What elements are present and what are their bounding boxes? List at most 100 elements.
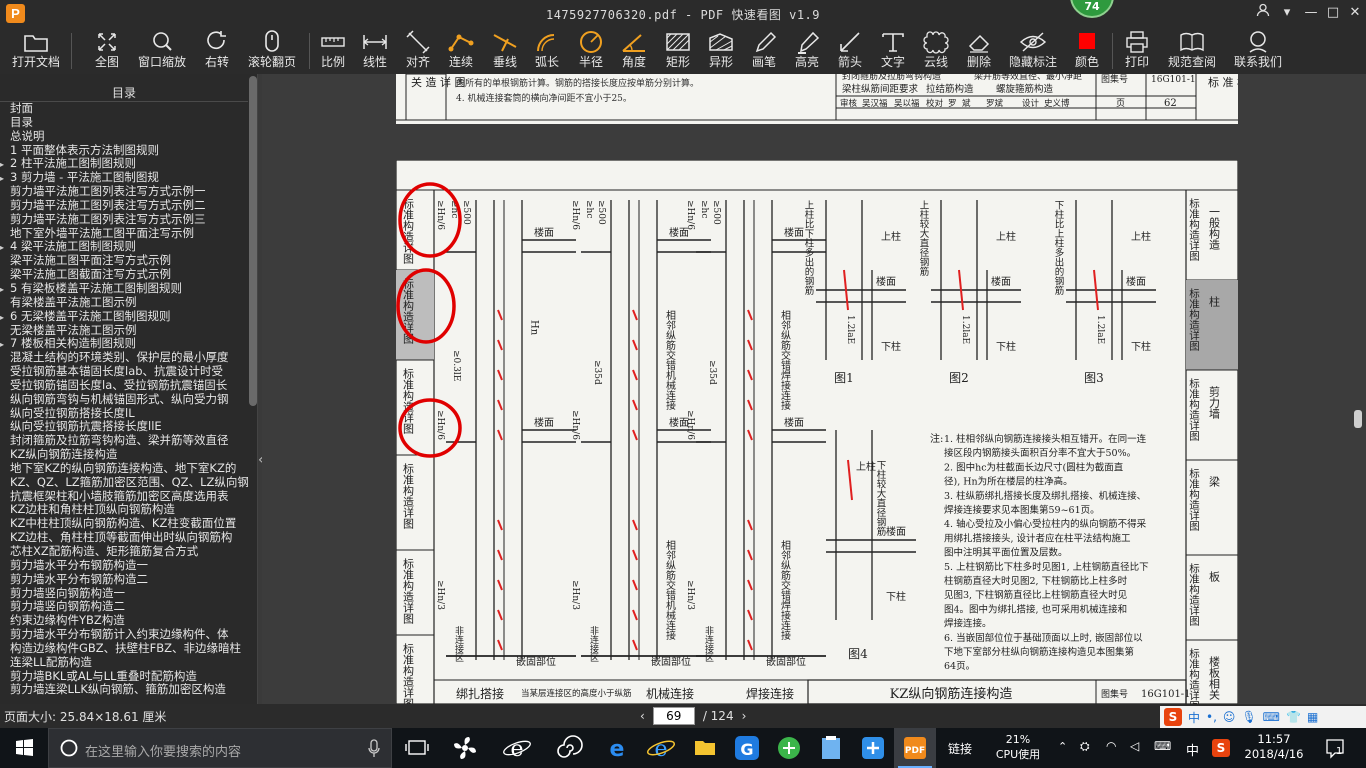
cpu-meter[interactable]: 21% CPU使用 [990,732,1046,762]
ime-toolbar[interactable]: S 中 •, ☺ 🎙 ⌨ 👕 ▦ [1160,706,1366,728]
page-number-input[interactable]: 69 [652,707,695,725]
hide-annotation-button[interactable]: 隐藏标注 [1005,29,1061,73]
tray-expand-icon[interactable]: ⌃ [1058,740,1067,753]
minimize-button[interactable]: — [1300,3,1322,23]
system-clock[interactable]: 11:57 2018/4/16 [1244,732,1304,762]
aligned-button[interactable]: 对齐 [401,29,435,73]
task-view-button[interactable] [396,728,438,768]
toc-item[interactable]: 剪力墙连梁LLK纵向钢筋、箍筋加密区构造 [0,683,248,697]
taskbar-app-ie-blue[interactable]: e [640,728,682,768]
perpendicular-button[interactable]: 垂线 [488,29,522,73]
toc-item[interactable]: ▸ 6 无梁楼盖平法施工图制图规则 [0,310,248,324]
toc-item[interactable]: 混凝土结构的环境类别、保护层的最小厚度 [0,351,248,365]
toc-item[interactable]: 受拉钢筋锚固长度la、受拉钢筋抗震锚固长 [0,379,248,393]
expand-arrow-icon[interactable]: ▸ [0,158,10,171]
scale-button[interactable]: 比例 [316,29,350,73]
toc-item[interactable]: 剪力墙平法施工图列表注写方式示例三 [0,213,248,227]
toc-item[interactable]: 纵向受拉钢筋搭接长度lL [0,407,248,421]
toc-item[interactable]: 有梁楼盖平法施工图示例 [0,296,248,310]
color-button[interactable]: 颜色 [1070,29,1104,73]
viewer-scrollbar[interactable] [1354,410,1362,428]
menu-dropdown-button[interactable]: ▾ [1276,3,1298,23]
wifi-icon[interactable]: ◠ [1106,739,1116,753]
taskbar-app-g[interactable]: G [726,728,768,768]
text-button[interactable]: 文字 [876,29,910,73]
keyboard-icon[interactable]: ⌨ [1263,710,1280,724]
toc-item[interactable]: KZ中柱柱顶纵向钢筋构造、KZ柱变截面位置 [0,517,248,531]
wheel-paging-button[interactable]: 滚轮翻页 [244,29,300,73]
sogou-tray-icon[interactable]: S [1212,739,1230,757]
toc-item[interactable]: 总说明 [0,130,248,144]
toc-item[interactable]: 地下室外墙平法施工图平面注写示例 [0,227,248,241]
window-zoom-button[interactable]: 窗口缩放 [134,29,190,73]
toc-item[interactable]: KZ边柱和角柱柱顶纵向钢筋构造 [0,503,248,517]
prev-page-button[interactable]: ‹ [640,709,645,723]
arc-length-button[interactable]: 弧长 [530,29,564,73]
keyboard-tray-icon[interactable]: ⌨ [1154,739,1171,753]
ime-mode[interactable]: 中 [1188,709,1200,726]
toc-item[interactable]: 受拉钢筋基本锚固长度lab、抗震设计时受 [0,365,248,379]
taskbar-app-edge[interactable]: e [596,728,638,768]
expand-arrow-icon[interactable]: ▸ [0,241,10,254]
rectangle-button[interactable]: 矩形 [661,29,695,73]
linear-button[interactable]: 线性 [358,29,392,73]
toc-item[interactable]: 剪力墙水平分布钢筋构造二 [0,573,248,587]
toc-item[interactable]: ▸ 5 有梁板楼盖平法施工图制图规则 [0,282,248,296]
people-icon[interactable]: ⛭ [1080,739,1090,754]
arrow-button[interactable]: 箭头 [833,29,867,73]
taskbar-app-ie[interactable]: e [496,728,538,768]
toc-item[interactable]: 剪力墙水平分布钢筋构造一 [0,559,248,573]
toc-item[interactable]: 1 平面整体表示方法制图规则 [0,144,248,158]
emoji-icon[interactable]: ☺ [1223,710,1236,724]
user-icon[interactable] [1252,3,1274,23]
toc-item[interactable]: KZ、QZ、LZ箍筋加密区范围、QZ、LZ纵向钢 [0,476,248,490]
rotate-right-button[interactable]: 右转 [199,29,235,73]
volume-icon[interactable]: ◁ [1130,739,1139,753]
expand-arrow-icon[interactable]: ▸ [0,172,10,185]
expand-arrow-icon[interactable]: ▸ [0,338,10,351]
toc-item[interactable]: ▸ 2 柱平法施工图制图规则 [0,157,248,171]
taskbar-app-explorer[interactable] [684,728,726,768]
toc-item[interactable]: 芯柱XZ配筋构造、矩形箍筋复合方式 [0,545,248,559]
toc-item[interactable]: 剪力墙竖向钢筋构造一 [0,587,248,601]
print-button[interactable]: 打印 [1120,29,1154,73]
toc-item[interactable]: 封面 [0,102,248,116]
toc-item[interactable]: KZ纵向钢筋连接构造 [0,448,248,462]
document-viewer[interactable]: 关 造 详 图 内所有的单根钢筋计算。钢筋的搭接长度应按单筋分别计算。 4. 机… [262,74,1366,704]
toc-item[interactable]: 约束边缘构件YBZ构造 [0,614,248,628]
toc-item[interactable]: 梁平法施工图截面注写方式示例 [0,268,248,282]
highlight-button[interactable]: 高亮 [790,29,824,73]
microphone-icon[interactable] [367,739,381,759]
taskbar-app-pdf-viewer[interactable]: PDF [894,728,936,768]
toc-item[interactable]: ▸ 3 剪力墙 - 平法施工图制图规 [0,171,248,185]
maximize-button[interactable]: □ [1322,3,1344,23]
toc-item[interactable]: 剪力墙竖向钢筋构造二 [0,600,248,614]
toc-item[interactable]: ▸ 4 梁平法施工图制图规则 [0,240,248,254]
delete-button[interactable]: 删除 [962,29,996,73]
notification-center-button[interactable]: 1 [1322,736,1348,760]
polygon-button[interactable]: 异形 [704,29,738,73]
open-document-button[interactable]: 打开文档 [8,29,64,73]
expand-arrow-icon[interactable]: ▸ [0,283,10,296]
toc-item[interactable]: 纵向受拉钢筋抗震搭接长度llE [0,420,248,434]
toc-item[interactable]: 抗震框架柱和小墙肢箍筋加密区高度选用表 [0,490,248,504]
links-toolbar[interactable]: 链接 [948,740,972,757]
toc-item[interactable]: 目录 [0,116,248,130]
taskbar-app-tool[interactable] [852,728,894,768]
toc-item[interactable]: 梁平法施工图平面注写方式示例 [0,254,248,268]
toc-item[interactable]: 剪力墙平法施工图列表注写方式示例一 [0,185,248,199]
radius-button[interactable]: 半径 [574,29,608,73]
toc-item[interactable]: 剪力墙水平分布钢筋计入约束边缘构件、体 [0,628,248,642]
taskbar-search[interactable]: 在这里输入你要搜索的内容 [48,728,392,768]
taskbar-app-spiral[interactable] [546,728,588,768]
angle-button[interactable]: 角度 [617,29,651,73]
input-language[interactable]: 中 [1186,740,1199,759]
next-page-button[interactable]: › [742,709,747,723]
taskbar-app-clipboard[interactable] [810,728,852,768]
contact-us-button[interactable]: 联系我们 [1230,29,1286,73]
skin-icon[interactable]: 👕 [1286,710,1301,724]
expand-arrow-icon[interactable]: ▸ [0,311,10,324]
toc-item[interactable]: 无梁楼盖平法施工图示例 [0,324,248,338]
toc-item[interactable]: 封闭箍筋及拉筋弯钩构造、梁并筋等效直径 [0,434,248,448]
toc-item[interactable]: 剪力墙BKL或AL与LL重叠时配筋构造 [0,670,248,684]
